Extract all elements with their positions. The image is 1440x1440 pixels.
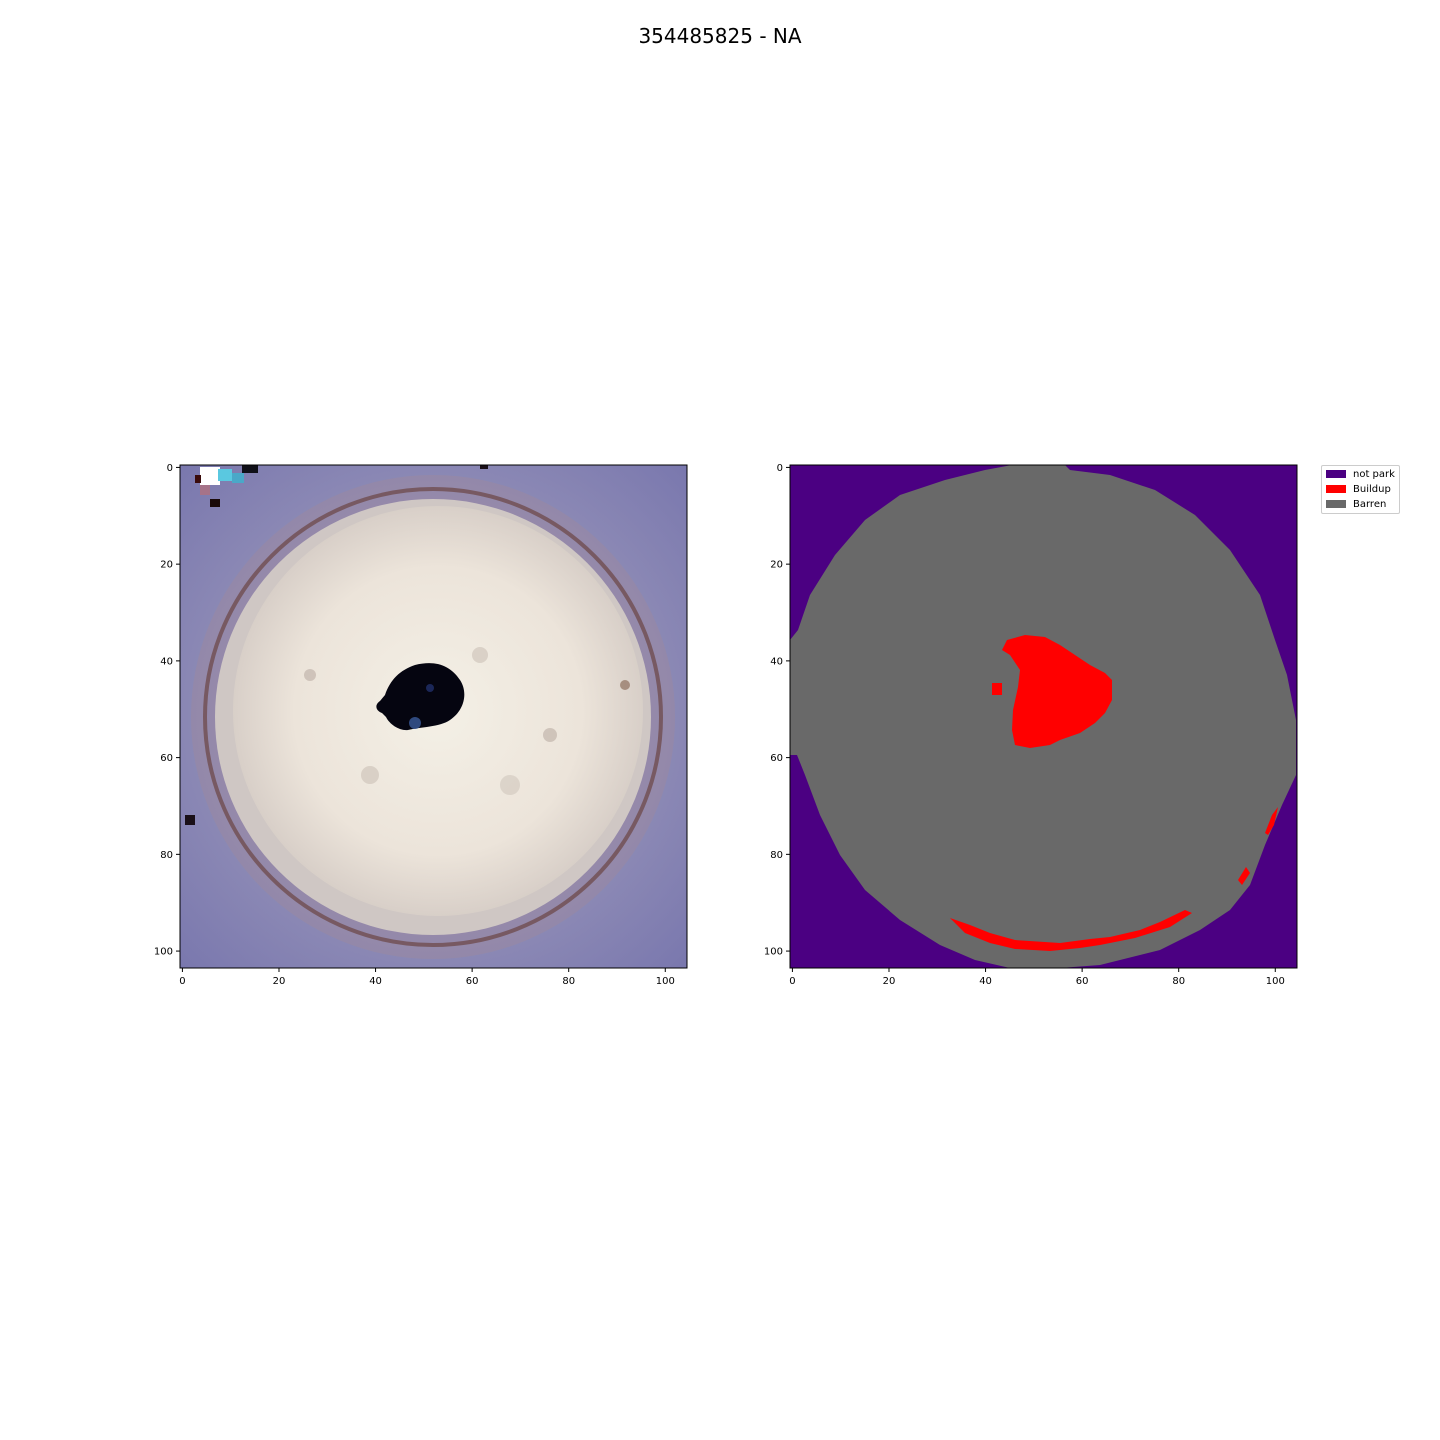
classification-axes: 0 20 40 60 80 100 0 20 40 60 80 100 <box>764 463 1298 987</box>
x-tick-label: 60 <box>1076 976 1089 987</box>
y-tick-label: 0 <box>167 463 173 474</box>
legend-item: Barren <box>1326 497 1386 511</box>
y-tick-label: 80 <box>770 850 783 861</box>
page-title: 354485825 - NA <box>638 24 802 48</box>
x-tick-label: 60 <box>466 976 479 987</box>
classification-panel: 0 20 40 60 80 100 0 20 40 60 80 100 <box>760 455 1320 995</box>
x-tick-label: 20 <box>883 976 896 987</box>
y-tick-label: 0 <box>777 463 783 474</box>
x-tick-label: 40 <box>979 976 992 987</box>
x-tick-label: 80 <box>1172 976 1185 987</box>
legend-item: not park <box>1326 467 1395 481</box>
legend-label: not park <box>1353 468 1395 480</box>
y-tick-label: 60 <box>160 753 173 764</box>
legend-swatch <box>1326 500 1346 508</box>
y-tick-label: 60 <box>770 753 783 764</box>
legend-label: Buildup <box>1353 483 1391 495</box>
class-region-buildup <box>992 683 1002 695</box>
y-tick-label: 80 <box>160 850 173 861</box>
y-tick-label: 40 <box>160 656 173 667</box>
x-tick-label: 80 <box>562 976 575 987</box>
satellite-image <box>180 465 687 968</box>
legend-label: Barren <box>1353 498 1387 510</box>
y-tick-label: 100 <box>764 947 783 958</box>
legend: not park Buildup Barren <box>1321 465 1400 514</box>
y-tick-label: 100 <box>154 947 173 958</box>
x-tick-label: 0 <box>179 976 185 987</box>
y-tick-label: 20 <box>160 560 173 571</box>
x-tick-label: 20 <box>273 976 286 987</box>
x-tick-label: 0 <box>789 976 795 987</box>
legend-item: Buildup <box>1326 482 1391 496</box>
y-tick-label: 20 <box>770 560 783 571</box>
satellite-image-axes: 0 20 40 60 80 100 0 20 40 60 80 100 <box>154 463 688 987</box>
y-tick-label: 40 <box>770 656 783 667</box>
legend-swatch <box>1326 485 1346 493</box>
x-tick-label: 40 <box>369 976 382 987</box>
legend-swatch <box>1326 470 1346 478</box>
satellite-image-panel: 0 20 40 60 80 100 0 20 40 60 80 100 <box>150 455 710 995</box>
classification-map <box>790 465 1297 968</box>
x-tick-label: 100 <box>1266 976 1285 987</box>
x-tick-label: 100 <box>656 976 675 987</box>
